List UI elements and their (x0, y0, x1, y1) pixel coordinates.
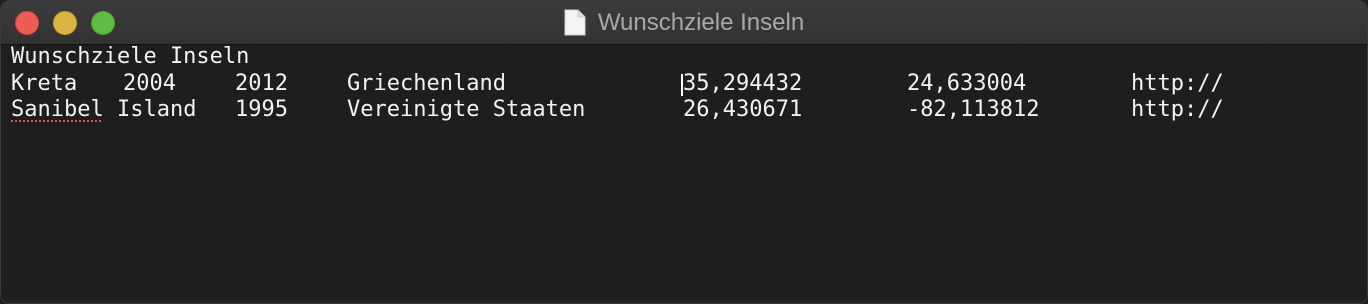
longitude: 24,633004 (907, 70, 1027, 96)
year-first: 1995 (235, 97, 288, 122)
year-first: 2004 (123, 70, 176, 96)
table-row: Sanibel Island 1995 Vereinigte Staaten 2… (11, 97, 1357, 124)
document-heading-line: Wunschziele Inseln (11, 44, 1357, 71)
window-controls (15, 11, 115, 35)
title-bar[interactable]: Wunschziele Inseln (1, 1, 1367, 45)
misspelled-word: Sanibel (11, 97, 104, 122)
island-name: Sanibel Island (11, 97, 196, 124)
latitude: 35,294432 (681, 70, 803, 98)
link: http:// (1131, 97, 1224, 122)
window-title-text: Wunschziele Inseln (597, 8, 805, 36)
document-heading: Wunschziele Inseln (11, 44, 250, 69)
latitude-value: 35,294432 (683, 70, 803, 96)
island-name: Kreta (11, 70, 78, 96)
country: Vereinigte Staaten (347, 97, 586, 122)
latitude: 26,430671 (683, 97, 803, 122)
year-second: 2012 (235, 70, 288, 96)
window-title: Wunschziele Inseln (564, 9, 804, 37)
minimize-window-button[interactable] (53, 11, 77, 35)
text-editor-window: Wunschziele Inseln Wunschziele Inseln Kr… (0, 0, 1368, 304)
zoom-window-button[interactable] (91, 11, 115, 35)
link: http:// (1131, 70, 1224, 96)
island-name-rest: Island (103, 97, 197, 122)
text-caret (681, 73, 683, 96)
text-content-area[interactable]: Wunschziele Inseln Kreta 2004 2012 Griec… (1, 44, 1367, 303)
longitude: -82,113812 (907, 97, 1040, 122)
country: Griechenland (347, 70, 506, 96)
document-icon (564, 9, 586, 36)
close-window-button[interactable] (15, 11, 39, 35)
table-row: Kreta 2004 2012 Griechenland 35,294432 2… (11, 71, 1357, 98)
